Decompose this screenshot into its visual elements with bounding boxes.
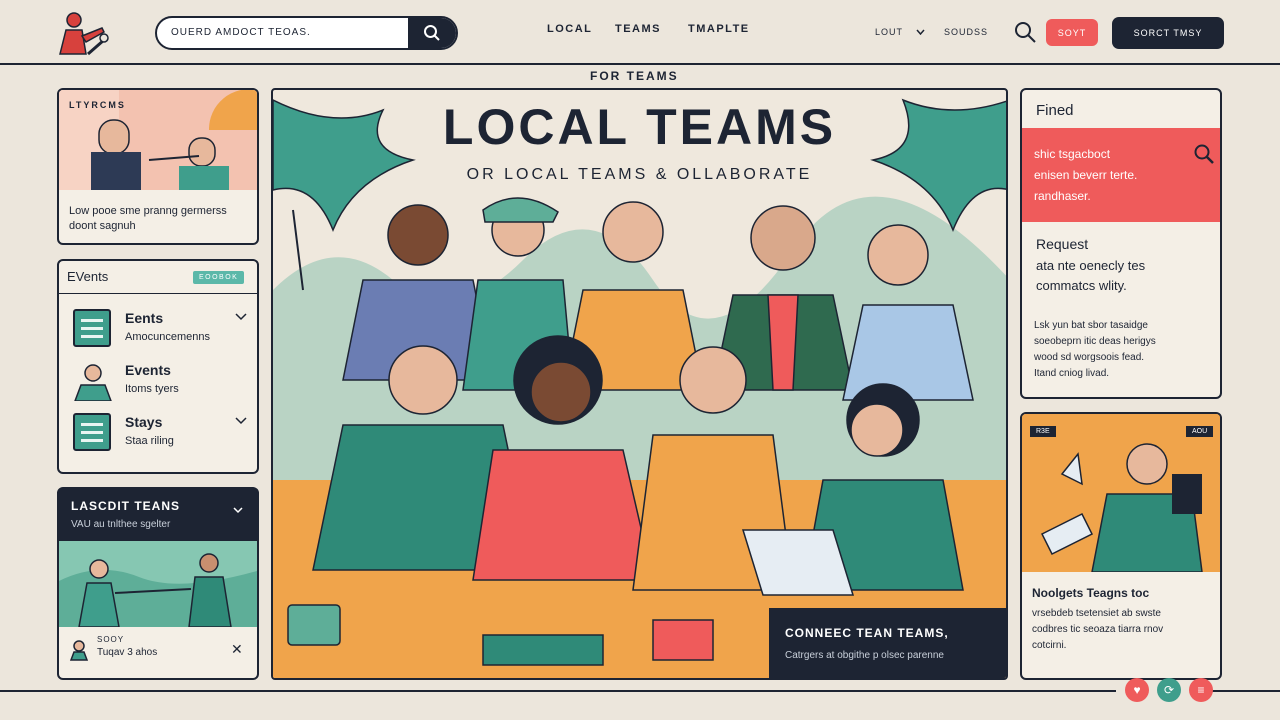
right-promo-card[interactable]: R3E AOU Noolgets Teagns toc vrsebdeb tse… <box>1020 412 1222 680</box>
search-icon <box>424 25 440 41</box>
events-badge[interactable]: EOOBOK <box>193 271 245 284</box>
avatar <box>71 361 113 402</box>
feature-card[interactable]: LTYRCMS Low pooe sme pranng germerss doo… <box>57 88 259 245</box>
promo-tag-left: R3E <box>1030 426 1056 437</box>
event-sub: Itoms tyers <box>125 383 179 395</box>
nav-local[interactable]: LOCAL <box>547 23 592 35</box>
chevron-down-icon[interactable] <box>233 507 243 514</box>
list-icon <box>73 309 111 347</box>
search-icon <box>1015 22 1036 43</box>
events-divider <box>59 293 257 294</box>
nav-teams[interactable]: TEAMS <box>615 23 661 35</box>
cta-button[interactable]: SORCT TMSY <box>1112 17 1224 49</box>
promo-sub: VAU au tnlthee sgelter <box>71 519 171 530</box>
request-fineprint: Lsk yun bat sbor tasaidge soeobeprn itic… <box>1034 320 1156 379</box>
event-sub: Staa riling <box>125 435 174 447</box>
promo-footer-top: SOOY <box>97 635 125 644</box>
event-item[interactable]: Events Itoms tyers <box>69 359 247 403</box>
promo-card[interactable]: LASCDIT TEANS VAU au tnlthee sgelter SOO… <box>57 487 259 680</box>
feature-caption: Low pooe sme pranng germerss doont sagnu… <box>69 205 227 232</box>
promo-title: LASCDIT TEANS <box>71 499 180 513</box>
hero-card-sub: Catrgers at obgithe p olsec parenne <box>785 650 944 661</box>
heart-icon[interactable]: ♥ <box>1125 678 1149 702</box>
event-title: Eents <box>125 310 164 326</box>
close-icon[interactable]: ✕ <box>231 641 243 658</box>
share-icon[interactable]: ⟳ <box>1157 678 1181 702</box>
find-panel: Fined shic tsgacboct enisen beverr terte… <box>1020 88 1222 399</box>
list-icon <box>73 413 111 451</box>
lout-label: LOUT <box>875 27 903 37</box>
footer-divider <box>0 690 1116 692</box>
event-sub: Amocuncemenns <box>125 331 210 343</box>
search-input[interactable]: OUERD AMDOCT TEOAS. <box>157 18 408 48</box>
request-body: ata nte oenecly tes commatcs wlity. <box>1036 258 1146 293</box>
find-alert[interactable]: shic tsgacboct enisen beverr terte. rand… <box>1022 128 1220 222</box>
promo-footer-text: Tuqav 3 ahos <box>97 647 158 658</box>
hero-subtitle: OR LOCAL TEAMS & OLLABORATE <box>466 166 813 183</box>
right-promo-title: Noolgets Teagns toc <box>1032 586 1150 600</box>
promo-footer: SOOY Tuqav 3 ahos ✕ <box>59 627 257 678</box>
nav-sounds[interactable]: SOUDSS <box>944 27 988 37</box>
hero-card-title: CONNEEC TEAN TEAMS, <box>785 626 949 640</box>
hero-cta-card[interactable]: CONNEEC TEAN TEAMS, Catrgers at obgithe … <box>769 608 1006 678</box>
feature-tag: LTYRCMS <box>69 100 126 110</box>
chevron-down-icon <box>916 29 925 36</box>
alert-text: shic tsgacboct enisen beverr terte. rand… <box>1034 147 1138 203</box>
footer-divider-end <box>1212 690 1280 692</box>
find-title: Fined <box>1036 102 1074 119</box>
right-promo-illustration: R3E AOU <box>1022 414 1220 573</box>
events-title: EVents <box>67 269 109 284</box>
nav-template[interactable]: TMAPLTE <box>688 23 750 35</box>
menu-icon[interactable]: ≡ <box>1189 678 1213 702</box>
hero-title: LOCAL TEAMS <box>442 99 837 155</box>
user-icon <box>69 640 89 661</box>
event-item[interactable]: Stays Staa riling <box>69 411 247 455</box>
hero-panel: LOCAL TEAMS OR LOCAL TEAMS & OLLABORATE … <box>271 88 1008 680</box>
chevron-down-icon[interactable] <box>235 313 247 321</box>
chevron-down-icon[interactable] <box>235 417 247 425</box>
header-divider <box>0 63 1280 65</box>
promo-illustration <box>59 541 257 628</box>
search-bar[interactable]: OUERD AMDOCT TEOAS. <box>155 16 458 50</box>
event-title: Stays <box>125 414 163 430</box>
request-title: Request <box>1036 236 1089 252</box>
promo-tag-right: AOU <box>1186 426 1214 437</box>
event-item[interactable]: Eents Amocuncemenns <box>69 307 247 351</box>
search-button[interactable] <box>408 18 456 48</box>
header-search-icon[interactable] <box>1013 20 1037 49</box>
events-panel: EVents EOOBOK Eents Amocuncemenns Events… <box>57 259 259 474</box>
lout-menu[interactable]: LOUT <box>875 27 925 37</box>
logo[interactable] <box>52 8 110 58</box>
event-title: Events <box>125 362 171 378</box>
search-icon[interactable] <box>1192 142 1216 166</box>
sort-button[interactable]: SOYT <box>1046 19 1098 46</box>
right-promo-body: vrsebdeb tsetensiet ab swste codbres tic… <box>1032 608 1164 651</box>
hero-eyebrow: FOR TEAMS <box>590 69 679 83</box>
